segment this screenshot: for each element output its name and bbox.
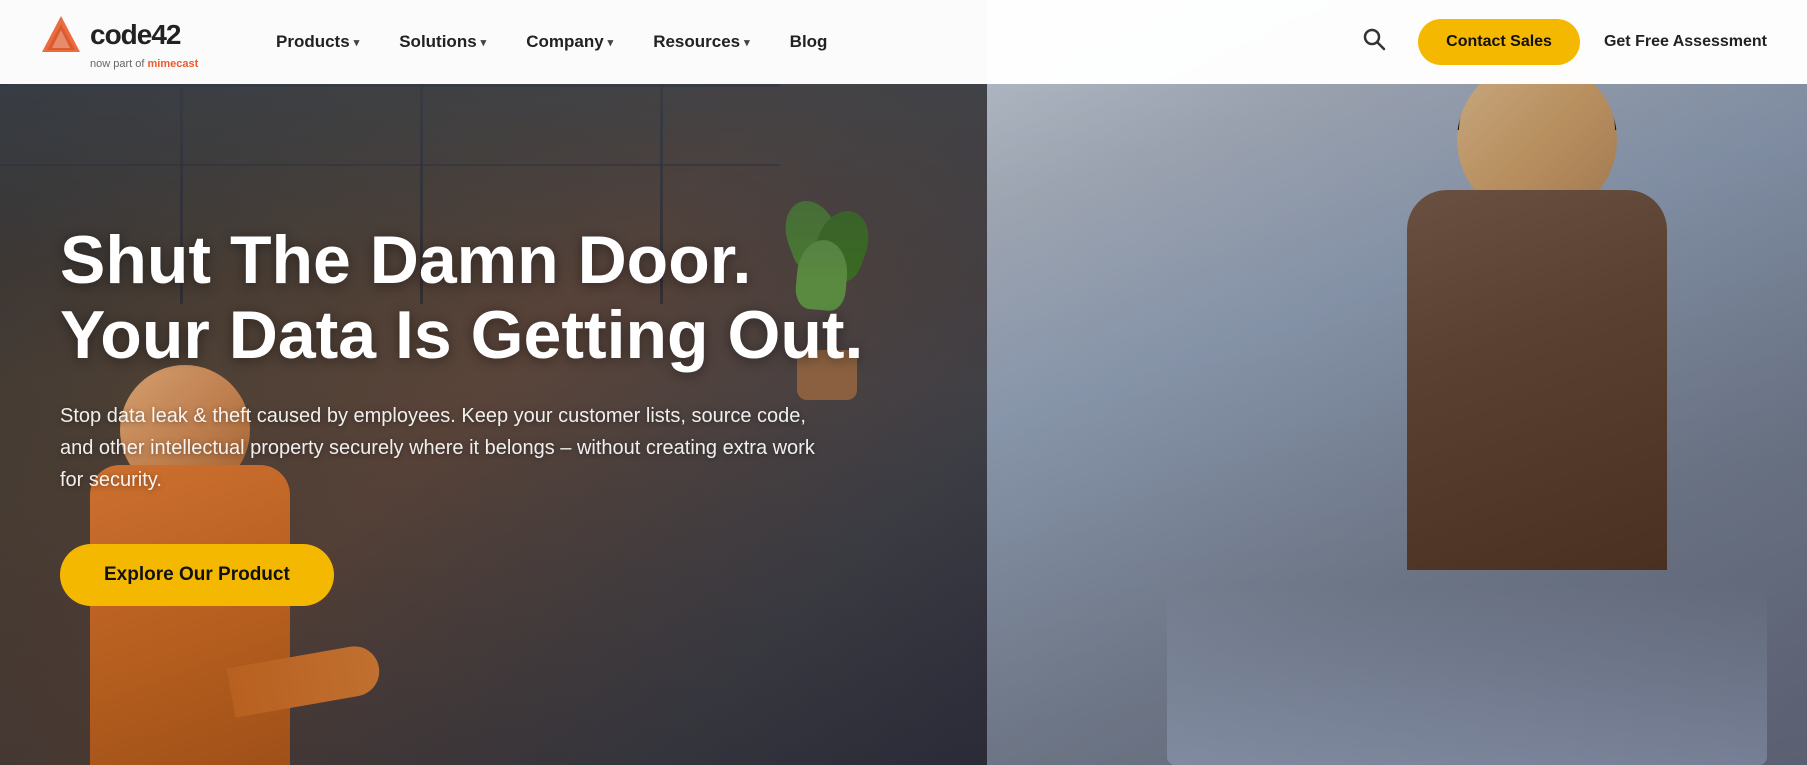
nav-item-resources[interactable]: Resources ▾ — [637, 24, 765, 60]
contact-sales-button[interactable]: Contact Sales — [1418, 19, 1580, 65]
nav-item-blog[interactable]: Blog — [774, 24, 844, 60]
nav-item-company[interactable]: Company ▾ — [510, 24, 629, 60]
company-chevron-icon: ▾ — [608, 36, 614, 49]
hero-content: Shut The Damn Door. Your Data Is Getting… — [0, 84, 980, 765]
hero-headline: Shut The Damn Door. Your Data Is Getting… — [60, 223, 920, 373]
resources-chevron-icon: ▾ — [744, 36, 750, 49]
navbar: code42 now part of mimecast Products ▾ S… — [0, 0, 1807, 84]
solutions-chevron-icon: ▾ — [481, 36, 487, 49]
logo-subtitle: now part of mimecast — [40, 58, 198, 70]
hero-section: code42 now part of mimecast Products ▾ S… — [0, 0, 1807, 765]
person-right-decoration — [1347, 60, 1727, 640]
nav-item-solutions[interactable]: Solutions ▾ — [383, 24, 502, 60]
explore-product-button[interactable]: Explore Our Product — [60, 544, 334, 606]
person-body — [1407, 190, 1667, 570]
hero-subtext: Stop data leak & theft caused by employe… — [60, 400, 820, 496]
nav-right: Contact Sales Get Free Assessment — [1354, 19, 1767, 65]
laptop-glow — [1167, 585, 1767, 765]
logo-area: code42 now part of mimecast — [40, 14, 200, 70]
free-assessment-button[interactable]: Get Free Assessment — [1604, 33, 1767, 51]
nav-links: Products ▾ Solutions ▾ Company ▾ Resourc… — [260, 24, 1354, 60]
nav-item-products[interactable]: Products ▾ — [260, 24, 375, 60]
logo-text: code42 — [90, 19, 181, 51]
hero-bg-person — [987, 0, 1807, 765]
products-chevron-icon: ▾ — [354, 36, 360, 49]
search-icon[interactable] — [1354, 19, 1394, 65]
logo[interactable]: code42 — [40, 14, 181, 56]
logo-icon — [40, 14, 82, 56]
